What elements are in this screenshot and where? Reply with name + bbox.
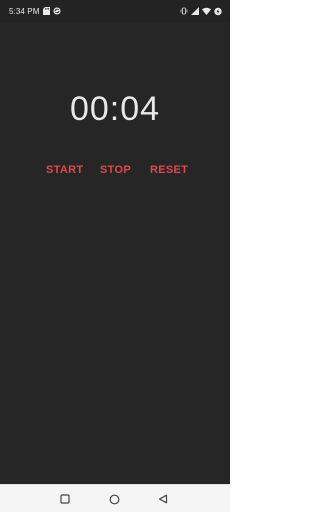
status-time: 5:34 PM [9, 6, 40, 16]
navigation-bar [0, 484, 230, 512]
phone-screen: 5:34 PM 00:04 START STOP RESET [0, 0, 230, 512]
sync-icon [53, 7, 61, 15]
timer-display: 00:04 [69, 90, 161, 128]
vibrate-icon [180, 7, 188, 15]
status-bar: 5:34 PM [0, 0, 230, 22]
timer-controls: START STOP RESET [0, 162, 230, 178]
home-button[interactable] [107, 492, 121, 506]
back-triangle-icon [158, 494, 168, 504]
start-button[interactable]: START [46, 162, 83, 178]
stopwatch-screen: 00:04 START STOP RESET [0, 22, 230, 484]
signal-icon [191, 7, 199, 15]
recents-square-icon [60, 494, 70, 504]
sd-card-icon [42, 7, 50, 15]
home-circle-icon [109, 494, 119, 504]
status-left: 5:34 PM [9, 7, 61, 16]
reset-button[interactable]: RESET [150, 162, 188, 178]
recents-button[interactable] [58, 492, 72, 506]
status-right [180, 7, 222, 16]
wifi-icon [202, 7, 211, 15]
stop-button[interactable]: STOP [100, 162, 131, 178]
back-button[interactable] [156, 492, 170, 506]
battery-icon [214, 7, 222, 16]
